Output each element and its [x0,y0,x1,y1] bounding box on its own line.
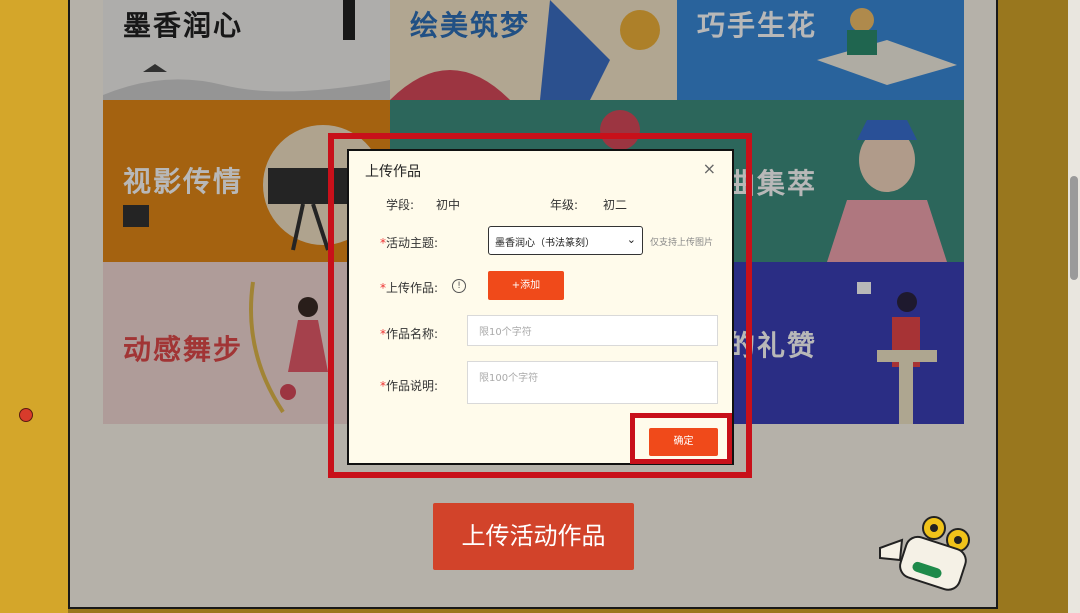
stage-value: 初中 [436,198,461,212]
close-icon[interactable]: × [703,159,716,178]
upload-activity-button[interactable]: 上传活动作品 [433,503,634,570]
work-description-textarea[interactable]: 限100个字符 [467,361,718,404]
upload-dialog: 上传作品 × 学段: 初中 年级: 初二 *活动主题: 墨香润心（书法篆刻） ⌄… [347,149,734,465]
camera-decoration-icon [879,516,970,591]
confirm-button[interactable]: 确定 [649,428,718,456]
theme-note: 仅支持上传图片 [650,238,714,248]
desc-label: 作品说明: [386,379,439,393]
work-label-row: *上传作品: [380,279,438,296]
theme-select-value: 墨香润心（书法篆刻） [495,238,595,249]
scrollbar-thumb[interactable] [1070,176,1078,280]
add-work-button[interactable]: +添加 [488,271,564,300]
work-label: 上传作品: [386,281,439,295]
info-icon[interactable]: ! [452,279,466,293]
page-scrollbar[interactable] [1068,0,1080,613]
side-marker-dot [19,408,33,422]
stage-label: 学段: [386,198,415,212]
dialog-title: 上传作品 [365,164,421,180]
name-label: 作品名称: [386,327,439,341]
chevron-down-icon: ⌄ [626,233,636,246]
theme-select[interactable]: 墨香润心（书法篆刻） ⌄ [488,226,643,255]
grade-value: 初二 [603,198,628,212]
work-name-input[interactable]: 限10个字符 [467,315,718,346]
desc-label-row: *作品说明: [380,377,438,394]
theme-label-row: *活动主题: [380,234,438,251]
grade-label: 年级: [550,198,579,212]
name-label-row: *作品名称: [380,325,438,342]
theme-label: 活动主题: [386,236,439,250]
